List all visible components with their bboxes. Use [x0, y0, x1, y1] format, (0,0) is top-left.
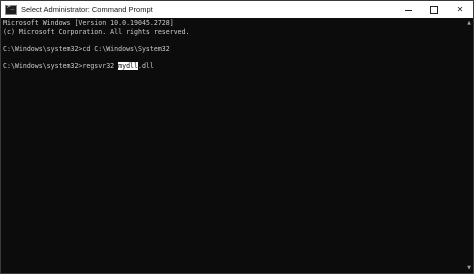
command-suffix: .dll: [137, 62, 154, 71]
scroll-down-arrow-icon[interactable]: ▼: [467, 265, 471, 271]
scroll-up-arrow-icon[interactable]: ▲: [467, 20, 471, 26]
command-prefix: C:\Windows\system32>regsvr32: [3, 62, 119, 71]
close-button[interactable]: ✕: [447, 1, 473, 18]
console-line: (c) Microsoft Corporation. All rights re…: [3, 27, 190, 36]
console-input-line[interactable]: C:\Windows\system32>regsvr32 mydll.dll: [3, 62, 463, 71]
cmd-app-icon: [5, 3, 17, 15]
window-controls: ✕: [395, 1, 473, 18]
minimize-icon: [404, 9, 412, 11]
close-icon: ✕: [456, 5, 464, 14]
command-prompt-window: Select Administrator: Command Prompt ✕ M…: [0, 0, 474, 274]
window-title: Select Administrator: Command Prompt: [21, 5, 153, 14]
minimize-button[interactable]: [395, 1, 421, 18]
console-line: C:\Windows\system32>cd C:\Windows\System…: [3, 45, 170, 54]
console-output[interactable]: Microsoft Windows [Version 10.0.19045.27…: [3, 18, 463, 273]
selected-text[interactable]: mydll: [118, 62, 138, 71]
maximize-icon: [430, 5, 438, 14]
console-line: Microsoft Windows [Version 10.0.19045.27…: [3, 19, 174, 27]
title-bar[interactable]: Select Administrator: Command Prompt ✕: [1, 1, 473, 18]
maximize-button[interactable]: [421, 1, 447, 18]
vertical-scrollbar[interactable]: [464, 18, 472, 273]
